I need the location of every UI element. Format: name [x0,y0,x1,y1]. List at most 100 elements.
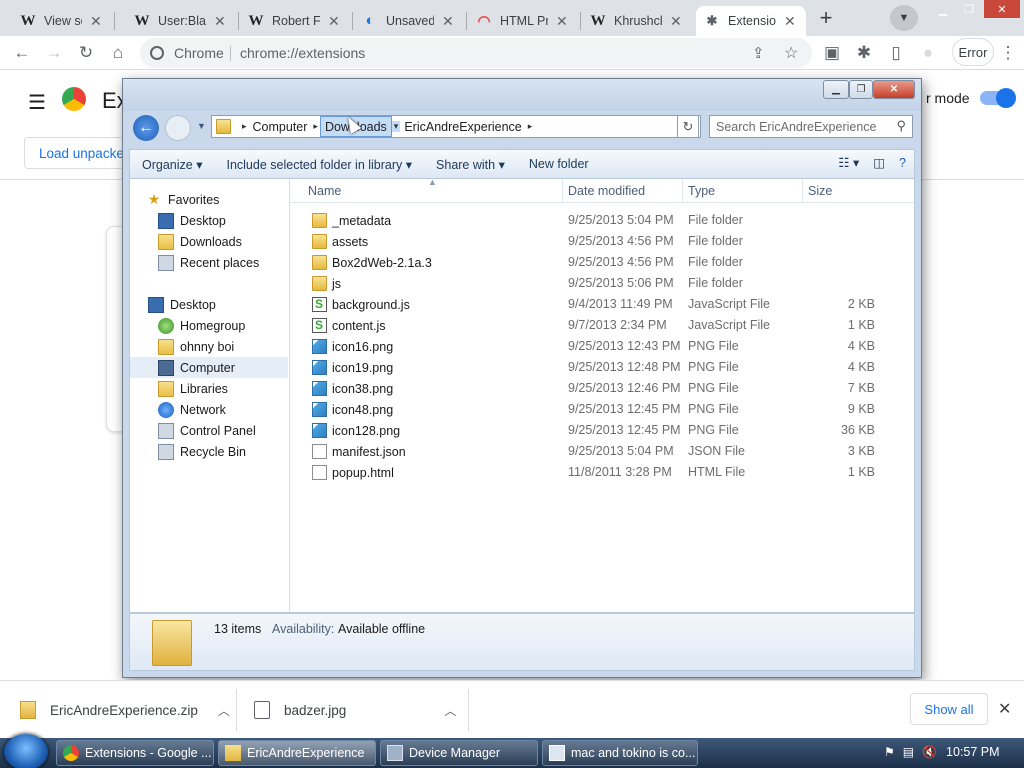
action-center-icon[interactable]: ⚑ [884,745,895,759]
close-window-button[interactable]: ✕ [984,0,1020,18]
preview-pane-icon[interactable]: ◫ [873,155,885,170]
start-button[interactable] [4,734,48,768]
browser-tab[interactable]: W Khrushcl ✕ [582,6,692,36]
back-arrow-icon[interactable]: ← [133,115,159,141]
nav-item-network[interactable]: Network [130,399,226,420]
chevron-right-icon[interactable]: ▸ [526,121,535,132]
minimize-button[interactable]: ▁ [928,0,958,18]
browser-tab[interactable]: ◠ HTML Pr ✕ [468,6,578,36]
recent-pages-dropdown-icon[interactable]: ▼ [197,121,206,131]
close-tab-icon[interactable]: ✕ [90,13,104,30]
taskbar-button[interactable]: mac and tokino is co... [542,740,698,766]
nav-item-desktop[interactable]: Desktop [130,294,216,315]
breadcrumb-current-folder[interactable]: EricAndreExperience [400,116,525,137]
forward-button[interactable]: → [42,41,66,65]
explorer-close-button[interactable]: ✕ [873,80,915,99]
nav-item-ohnny-boi[interactable]: ohnny boi [130,336,234,357]
download-item[interactable]: EricAndreExperience.zip ︿ [20,681,230,739]
load-unpacked-button[interactable]: Load unpacke [24,137,134,169]
bookmark-star-icon[interactable]: ☆ [784,43,798,63]
column-divider[interactable] [802,179,803,203]
column-divider[interactable] [682,179,683,203]
file-row[interactable]: assets 9/25/2013 4:56 PM File folder [290,231,914,252]
tab-search-button[interactable]: ▼ [890,5,918,31]
explorer-maximize-button[interactable]: ❐ [849,80,873,99]
file-row[interactable]: icon48.png 9/25/2013 12:45 PM PNG File 9 KB [290,399,914,420]
file-row[interactable]: icon16.png 9/25/2013 12:43 PM PNG File 4 KB [290,336,914,357]
search-icon[interactable]: ⚲ [896,118,906,134]
close-tab-icon[interactable]: ✕ [670,13,684,30]
chevron-right-icon[interactable]: ▸ [311,121,320,132]
hamburger-menu-icon[interactable]: ☰ [28,90,46,115]
breadcrumb-computer[interactable]: Computer [249,116,312,137]
taskbar-button[interactable]: EricAndreExperience [218,740,376,766]
browser-tab[interactable]: ✱ Extensio ✕ [696,6,806,36]
side-panel-icon[interactable]: ▯ [884,41,908,65]
browser-tab[interactable]: ◐ Unsaved ✕ [354,6,464,36]
organize-menu[interactable]: Organize ▾ [130,157,214,172]
share-icon[interactable]: ⇪ [752,44,765,62]
close-tab-icon[interactable]: ✕ [214,13,228,30]
file-row[interactable]: popup.html 11/8/2011 3:28 PM HTML File 1 KB [290,462,914,483]
omnibox[interactable]: Chrome chrome://extensions ⇪ ☆ [140,38,812,68]
column-divider[interactable] [562,179,563,203]
close-tab-icon[interactable]: ✕ [442,13,456,30]
file-row[interactable]: icon128.png 9/25/2013 12:45 PM PNG File 36 … [290,420,914,441]
home-button[interactable]: ⌂ [106,41,130,65]
avatar-icon[interactable]: ● [916,41,940,65]
new-tab-button[interactable]: + [812,4,840,32]
nav-item-desktop[interactable]: Desktop [130,210,226,231]
chevron-down-icon[interactable]: ▾ [391,121,401,132]
file-row[interactable]: icon38.png 9/25/2013 12:46 PM PNG File 7 KB [290,378,914,399]
nav-item-downloads[interactable]: Downloads [130,231,242,252]
nav-item-libraries[interactable]: Libraries [130,378,228,399]
show-all-button[interactable]: Show all [910,693,988,725]
nav-item-homegroup[interactable]: Homegroup [130,315,245,336]
explorer-minimize-button[interactable]: ▁ [823,80,849,99]
file-row[interactable]: _metadata 9/25/2013 5:04 PM File folder [290,210,914,231]
download-item[interactable]: badzer.jpg ︿ [254,681,456,739]
nav-item-recent-places[interactable]: Recent places [130,252,259,273]
developer-mode-toggle[interactable] [980,88,1016,108]
nav-item-control-panel[interactable]: Control Panel [130,420,256,441]
browser-tab[interactable]: W View sou ✕ [12,6,112,36]
address-bar[interactable]: ▸ Computer ▸ Downloads ▾ EricAndreExperi… [211,115,701,138]
search-input[interactable]: Search EricAndreExperience ⚲ [709,115,913,138]
chevron-up-icon[interactable]: ︿ [444,702,456,719]
file-row[interactable]: manifest.json 9/25/2013 5:04 PM JSON File 3… [290,441,914,462]
clock[interactable]: 10:57 PM [946,745,1000,759]
nav-item-favorites[interactable]: ★ Favorites [130,189,220,210]
share-with-menu[interactable]: Share with ▾ [424,157,517,172]
explorer-titlebar[interactable]: ▁ ❐ ✕ [123,79,921,111]
reload-button[interactable]: ↻ [74,41,98,65]
column-date-modified[interactable]: Date modified [568,184,645,198]
file-row[interactable]: js 9/25/2013 5:06 PM File folder [290,273,914,294]
chevron-up-icon[interactable]: ︿ [218,702,230,719]
column-size[interactable]: Size [808,184,832,198]
file-row[interactable]: background.js 9/4/2013 11:49 PM JavaScript… [290,294,914,315]
file-row[interactable]: icon19.png 9/25/2013 12:48 PM PNG File 4 KB [290,357,914,378]
file-row[interactable]: content.js 9/7/2013 2:34 PM JavaScript Fil… [290,315,914,336]
browser-tab[interactable]: W User:Blat ✕ [126,6,236,36]
taskbar-button[interactable]: Extensions - Google ... [56,740,214,766]
file-row[interactable]: Box2dWeb-2.1a.3 9/25/2013 4:56 PM File fol… [290,252,914,273]
profile-error-button[interactable]: Error [952,38,994,66]
network-icon[interactable]: ▤ [903,745,914,759]
close-tab-icon[interactable]: ✕ [328,13,342,30]
forward-arrow-icon[interactable] [165,115,191,141]
close-tab-icon[interactable]: ✕ [556,13,570,30]
close-shelf-icon[interactable]: ✕ [998,699,1011,719]
back-button[interactable]: ← [10,41,34,65]
new-folder-button[interactable]: New folder [517,157,601,171]
include-in-library-menu[interactable]: Include selected folder in library ▾ [214,157,424,172]
browser-tab[interactable]: W Robert F ✕ [240,6,350,36]
volume-muted-icon[interactable]: 🔇 [922,745,937,759]
help-icon[interactable]: ? [899,156,906,170]
taskbar-button[interactable]: Device Manager [380,740,538,766]
close-tab-icon[interactable]: ✕ [784,13,798,30]
extension-icon[interactable]: ▣ [820,41,844,65]
refresh-icon[interactable]: ↻ [677,115,699,138]
maximize-button[interactable]: ❐ [958,0,980,18]
chevron-right-icon[interactable]: ▸ [240,121,249,132]
nav-item-computer[interactable]: Computer [130,357,288,378]
